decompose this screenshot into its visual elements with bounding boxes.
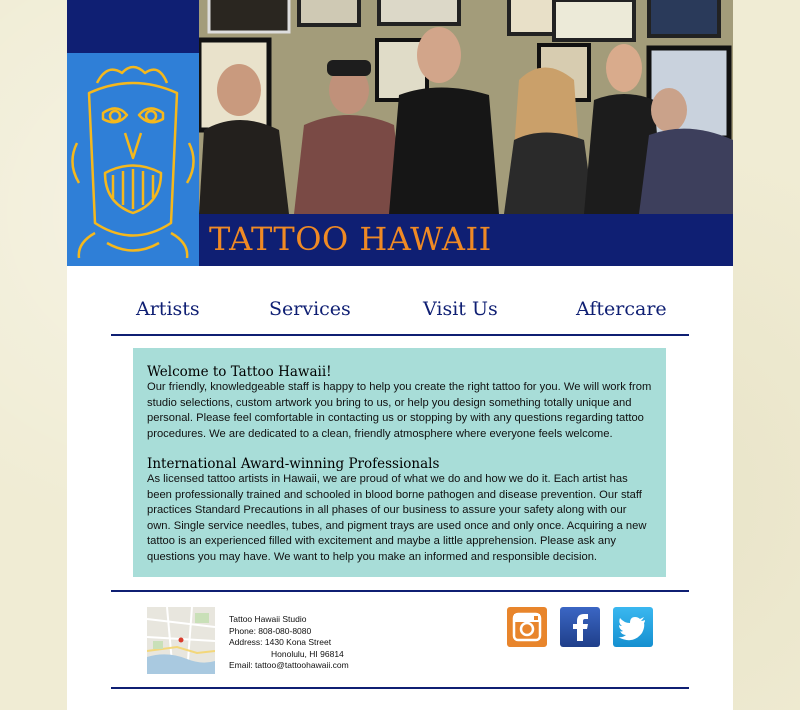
main-nav: Artists Services Visit Us Aftercare: [111, 290, 689, 336]
map-icon: [147, 607, 215, 674]
intro-panel: Welcome to Tattoo Hawaii! Our friendly, …: [133, 348, 666, 577]
studio-name: Tattoo Hawaii Studio: [229, 614, 307, 624]
instagram-button[interactable]: [507, 607, 547, 647]
page: TATTOO HAWAII Artists Services Visit Us …: [67, 0, 733, 710]
group-photo-artists: [199, 0, 733, 214]
contact-info: Tattoo Hawaii Studio Phone: 808-080-8080…: [229, 614, 349, 672]
phone: Phone: 808-080-8080: [229, 625, 312, 636]
site-title: TATTOO HAWAII: [209, 220, 492, 258]
map-thumbnail[interactable]: [147, 607, 215, 674]
title-bar: TATTOO HAWAII: [199, 214, 733, 266]
address-line-2: Honolulu, HI 96814: [271, 648, 344, 659]
footer-divider-top: [111, 590, 689, 592]
award-heading: International Award-winning Professional…: [147, 456, 440, 472]
nav-visit-us[interactable]: Visit Us: [423, 298, 498, 320]
header: TATTOO HAWAII: [67, 0, 733, 266]
email: Email: tattoo@tattoohawaii.com: [229, 660, 349, 670]
header-photo: [199, 0, 733, 214]
facebook-icon: [573, 614, 588, 641]
nav-artists[interactable]: Artists: [136, 298, 200, 320]
welcome-heading: Welcome to Tattoo Hawaii!: [147, 364, 332, 380]
award-text: As licensed tattoo artists in Hawaii, we…: [147, 473, 647, 563]
footer-divider-bottom: [111, 687, 689, 689]
tiki-mask-icon: [71, 65, 195, 259]
instagram-icon: [512, 612, 542, 642]
nav-services[interactable]: Services: [269, 298, 351, 320]
address-line-1: Address: 1430 Kona Street: [229, 637, 332, 647]
welcome-text: Our friendly, knowledgeable staff is hap…: [147, 381, 652, 440]
twitter-icon: [618, 617, 645, 641]
facebook-button[interactable]: [560, 607, 600, 647]
logo[interactable]: [67, 53, 199, 266]
twitter-button[interactable]: [613, 607, 653, 647]
nav-aftercare[interactable]: Aftercare: [576, 298, 667, 320]
